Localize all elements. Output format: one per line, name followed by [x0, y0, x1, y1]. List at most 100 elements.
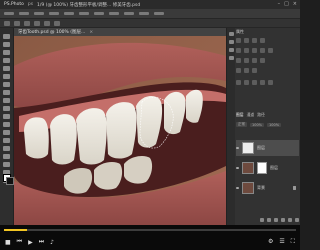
menu-item-3d[interactable] — [109, 12, 119, 15]
playlist-icon[interactable]: ☰ — [279, 238, 284, 246]
maximize-button[interactable]: □ — [284, 1, 289, 7]
fill-field[interactable]: 100% — [267, 122, 282, 127]
move-tool-icon[interactable] — [3, 34, 10, 39]
airbrush-icon[interactable] — [54, 20, 60, 26]
close-button[interactable]: × — [293, 1, 297, 7]
layer-thumbnail — [242, 142, 254, 154]
layer-row[interactable]: 图层 — [236, 140, 299, 156]
adjustment-icon[interactable] — [260, 38, 265, 43]
adjustment-icon[interactable] — [252, 80, 257, 85]
adjustment-icon[interactable] — [244, 48, 249, 53]
history-icon[interactable] — [228, 32, 234, 36]
tool-preset-icon[interactable] — [4, 20, 10, 26]
adjustment-icon[interactable] — [236, 68, 241, 73]
adjustment-icon[interactable] — [260, 48, 265, 53]
adjustment-icon[interactable] — [236, 58, 241, 63]
pen-tool-icon[interactable] — [3, 146, 10, 151]
visibility-eye-icon[interactable] — [236, 167, 239, 169]
adjustment-icon[interactable] — [244, 68, 249, 73]
quick-select-tool-icon[interactable] — [3, 58, 10, 63]
flow-control[interactable] — [44, 20, 50, 26]
dodge-tool-icon[interactable] — [3, 138, 10, 143]
play-icon[interactable]: ▶ — [28, 239, 33, 246]
menu-item-select[interactable] — [79, 12, 89, 15]
adjustment-icon[interactable] — [236, 48, 241, 53]
adjustment-icon[interactable] — [260, 58, 265, 63]
smile-photo — [14, 36, 226, 225]
menu-item-type[interactable] — [64, 12, 74, 15]
background-color-swatch[interactable] — [6, 177, 14, 185]
history-brush-tool-icon[interactable] — [3, 106, 10, 111]
trash-icon[interactable] — [295, 218, 299, 222]
new-group-icon[interactable] — [281, 218, 285, 222]
menu-item-help[interactable] — [154, 12, 164, 15]
next-icon[interactable]: ⏭ — [39, 238, 44, 246]
adjustment-icon[interactable] — [244, 38, 249, 43]
menu-item-edit[interactable] — [19, 12, 29, 15]
brush-settings-icon[interactable] — [228, 56, 234, 60]
layer-row[interactable]: 图层 — [236, 160, 299, 176]
adjustment-icon[interactable] — [244, 58, 249, 63]
properties-row — [236, 58, 298, 63]
eyedropper-tool-icon[interactable] — [3, 74, 10, 79]
opacity-control[interactable] — [34, 20, 40, 26]
mode-select[interactable] — [24, 20, 30, 26]
eraser-tool-icon[interactable] — [3, 114, 10, 119]
blend-mode-select[interactable]: 正常 — [236, 122, 247, 127]
visibility-eye-icon[interactable] — [236, 187, 239, 189]
marquee-tool-icon[interactable] — [3, 42, 10, 47]
properties-icon[interactable] — [228, 40, 234, 44]
healing-brush-tool-icon[interactable] — [3, 82, 10, 87]
menu-item-filter[interactable] — [94, 12, 104, 15]
menu-item-view[interactable] — [124, 12, 134, 15]
menu-item-window[interactable] — [139, 12, 149, 15]
crop-tool-icon[interactable] — [3, 66, 10, 71]
adjustment-icon[interactable] — [268, 48, 273, 53]
tab-paths[interactable]: 路径 — [257, 112, 265, 119]
menu-item-image[interactable] — [34, 12, 44, 15]
adjustment-icon[interactable] — [236, 80, 241, 85]
close-icon[interactable]: × — [89, 30, 93, 35]
tab-channels[interactable]: 通道 — [247, 112, 255, 119]
document-tab-label: 牙齿Tooth.psd @ 100% (图层... — [18, 30, 86, 35]
stop-icon[interactable]: ■ — [5, 239, 11, 246]
fullscreen-icon[interactable]: ⛶ — [291, 238, 295, 246]
visibility-eye-icon[interactable] — [236, 147, 239, 149]
settings-icon[interactable]: ⚙ — [268, 238, 273, 246]
menu-item-file[interactable] — [4, 12, 14, 15]
type-tool-icon[interactable] — [3, 154, 10, 159]
layer-style-icon[interactable] — [267, 218, 271, 222]
layer-mask-thumbnail[interactable] — [257, 162, 267, 174]
lasso-tool-icon[interactable] — [3, 50, 10, 55]
brush-tool-icon[interactable] — [3, 90, 10, 95]
blur-tool-icon[interactable] — [3, 130, 10, 135]
adjustment-icon[interactable] — [252, 68, 257, 73]
path-select-tool-icon[interactable] — [3, 162, 10, 167]
adjustment-icon[interactable] — [252, 48, 257, 53]
new-layer-icon[interactable] — [288, 218, 292, 222]
menu-item-layer[interactable] — [49, 12, 59, 15]
tab-layers[interactable]: 图层 — [236, 112, 244, 119]
brush-size-icon[interactable] — [14, 20, 20, 26]
image-canvas[interactable] — [14, 36, 226, 225]
layer-row[interactable]: 背景 — [236, 180, 299, 196]
adjustment-icon[interactable] — [268, 80, 273, 85]
document-tab[interactable]: 牙齿Tooth.psd @ 100% (图层... × — [14, 28, 226, 36]
adjustments-icon[interactable] — [228, 48, 234, 52]
adjustment-icon[interactable] — [244, 80, 249, 85]
link-layers-icon[interactable] — [260, 218, 264, 222]
adjustment-icon[interactable] — [252, 58, 257, 63]
right-panel: 属性 图层 通道 路径 正常 100% 100% 图层 图层 背景 — [226, 28, 300, 225]
minimize-button[interactable]: – — [278, 1, 281, 7]
add-mask-icon[interactable] — [274, 218, 278, 222]
gradient-tool-icon[interactable] — [3, 122, 10, 127]
progress-track[interactable] — [4, 229, 296, 231]
adjustment-icon[interactable] — [260, 80, 265, 85]
volume-icon[interactable]: ♪ — [50, 239, 54, 246]
layer-thumbnail — [242, 162, 254, 174]
opacity-field[interactable]: 100% — [250, 122, 265, 127]
clone-stamp-tool-icon[interactable] — [3, 98, 10, 103]
adjustment-icon[interactable] — [252, 38, 257, 43]
previous-icon[interactable]: ⏮ — [17, 238, 22, 246]
adjustment-icon[interactable] — [236, 38, 241, 43]
